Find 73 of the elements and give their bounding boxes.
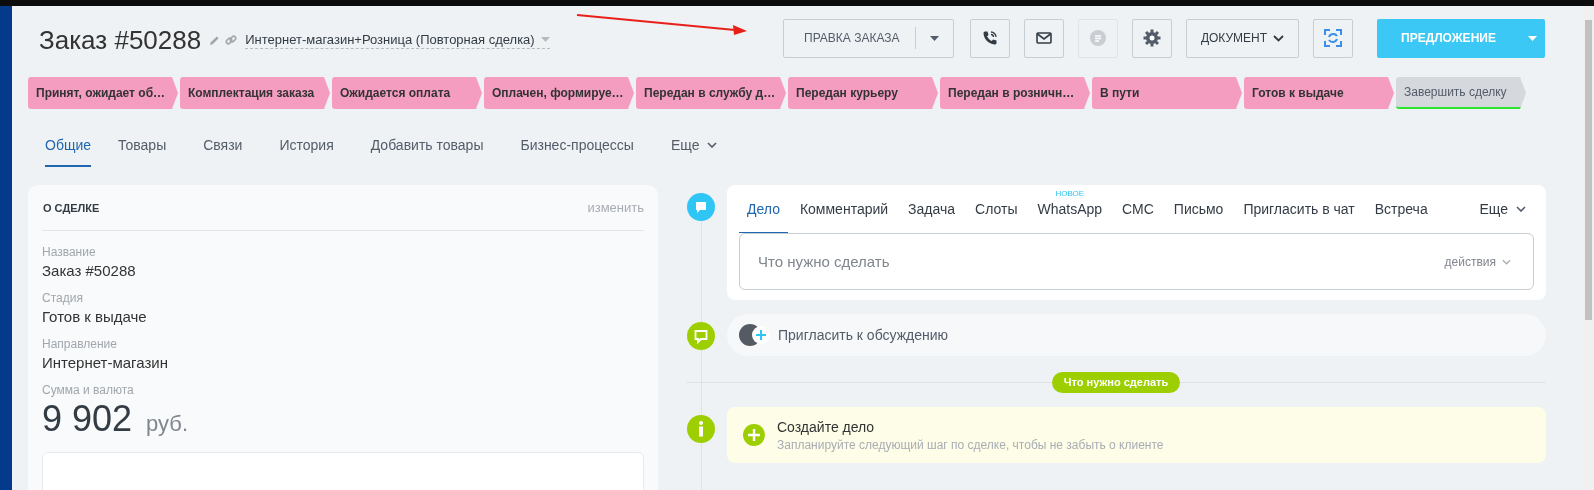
- chat-bubble-icon: [687, 322, 715, 350]
- stage-step[interactable]: Передан в службу д…: [636, 77, 786, 109]
- category-dropdown[interactable]: Интернет-магазин+Розница (Повторная сделка): [245, 31, 550, 49]
- field-label: Стадия: [42, 291, 84, 305]
- edit-order-button[interactable]: ПРАВКА ЗАКАЗА: [783, 18, 954, 58]
- caret-icon: [540, 36, 550, 42]
- actions-dropdown[interactable]: действия: [1438, 253, 1517, 270]
- field-value: Интернет-магазин: [42, 354, 169, 371]
- more-tab[interactable]: Еще: [1471, 185, 1534, 233]
- add-icon[interactable]: [743, 424, 765, 446]
- pencil-icon[interactable]: [209, 34, 221, 46]
- invite-label: Пригласить к обсуждению: [778, 327, 949, 343]
- comment-icon: [687, 193, 715, 221]
- invite-bar[interactable]: Пригласить к обсуждению: [727, 314, 1546, 356]
- envelope-icon: [1036, 32, 1052, 44]
- section-label: Что нужно сделать: [1051, 372, 1181, 393]
- card-title: О СДЕЛКЕ: [43, 201, 100, 214]
- activity-tab[interactable]: Письмо: [1165, 185, 1232, 233]
- plus-icon: [752, 326, 770, 344]
- document-button[interactable]: ДОКУМЕНТ: [1186, 18, 1299, 58]
- scan-button[interactable]: [1313, 18, 1353, 58]
- stage-step[interactable]: Принят, ожидает об…: [28, 77, 178, 109]
- todo-field[interactable]: Что нужно сделать действия: [739, 233, 1534, 290]
- caret-icon: [930, 35, 939, 41]
- chat-icon: [1089, 29, 1107, 47]
- activity-tab[interactable]: Пригласить в чат: [1235, 185, 1363, 233]
- currency-label: руб.: [146, 411, 189, 437]
- activity-tab[interactable]: Задача: [900, 185, 964, 233]
- create-task-title: Создайте дело: [777, 418, 876, 435]
- phone-button[interactable]: [970, 18, 1010, 58]
- stage-step[interactable]: Готов к выдаче: [1244, 77, 1394, 109]
- tab[interactable]: История: [266, 133, 344, 167]
- chevron-down-icon: [1516, 205, 1526, 212]
- new-label: НОВОЕ: [1055, 189, 1085, 198]
- mail-button[interactable]: [1024, 18, 1064, 58]
- create-task-hint: Запланируйте следующий шаг по сделке, чтобы не забыть о клиенте: [777, 437, 1164, 452]
- chevron-down-icon: [1273, 34, 1285, 42]
- phone-icon: [982, 30, 998, 46]
- tab[interactable]: Добавить товары: [357, 133, 494, 167]
- stage-step[interactable]: Завершить сделку: [1396, 77, 1526, 109]
- stage-step[interactable]: Передан в розничн…: [940, 77, 1090, 109]
- settings-button[interactable]: [1132, 18, 1172, 58]
- stage-step[interactable]: Комплектация заказа: [180, 77, 330, 109]
- activity-tab[interactable]: Встреча: [1366, 185, 1436, 233]
- caret-icon: [1527, 35, 1537, 41]
- info-icon: [687, 415, 715, 443]
- activity-tab[interactable]: Комментарий: [791, 185, 897, 233]
- stage-step[interactable]: Ожидается оплата: [332, 77, 482, 109]
- stage-step[interactable]: Оплачен, формируе…: [484, 77, 634, 109]
- tab[interactable]: Еще: [657, 133, 728, 167]
- field-value: Заказ #50288: [42, 262, 137, 279]
- activity-tab[interactable]: СМС: [1114, 185, 1162, 233]
- field-value: Готов к выдаче: [42, 308, 148, 325]
- field-label: Сумма и валюта: [42, 383, 135, 397]
- activity-tab[interactable]: Дело: [739, 185, 788, 233]
- tab[interactable]: Общие: [45, 133, 92, 167]
- stage-step[interactable]: Передан курьеру: [788, 77, 938, 109]
- stage-step[interactable]: В пути: [1092, 77, 1242, 109]
- tab[interactable]: Бизнес-процессы: [507, 133, 644, 167]
- link-icon[interactable]: [225, 34, 238, 46]
- tab[interactable]: Товары: [105, 133, 177, 167]
- deal-title: Заказ #50288: [39, 24, 202, 56]
- refresh-arrows-icon: [1324, 29, 1342, 47]
- scrollbar-thumb[interactable]: [1585, 20, 1592, 320]
- field-label: Направление: [42, 337, 118, 351]
- amount-value: 9 902: [42, 400, 133, 438]
- settings-icon: [1143, 29, 1161, 47]
- scrollbar[interactable]: [1583, 6, 1594, 490]
- chevron-down-icon: [1502, 258, 1511, 265]
- chevron-down-icon: [707, 142, 718, 148]
- activity-tab[interactable]: Слоты: [967, 185, 1026, 233]
- tab[interactable]: Связи: [190, 133, 253, 167]
- field-label: Название: [42, 245, 97, 259]
